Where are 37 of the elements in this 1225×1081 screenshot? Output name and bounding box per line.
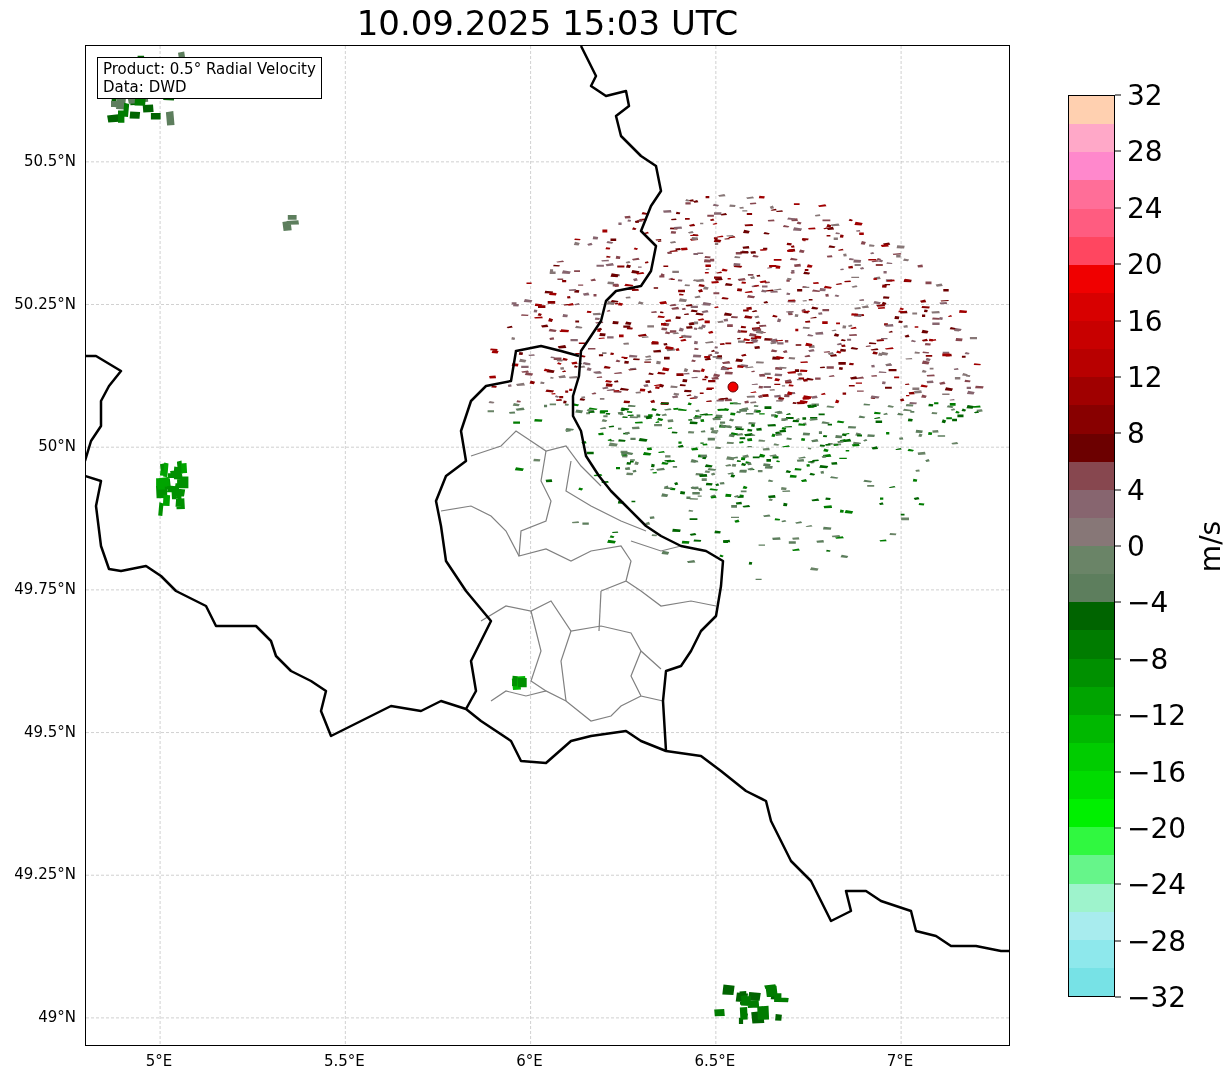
colorbar-tick-label: 0 — [1115, 529, 1145, 563]
longitude-tick-label: 6.5°E — [694, 1052, 736, 1070]
colorbar-label: m/s — [1194, 520, 1225, 572]
colorbar-tick-label: −8 — [1115, 642, 1169, 676]
colorbar-tick-label: 8 — [1115, 416, 1145, 450]
legend-text: Data: DWD — [103, 78, 188, 96]
latitude-tick-label: 50.5°N — [23, 151, 76, 170]
colorbar-tick-label: −20 — [1115, 811, 1187, 845]
latitude-tick-label: 49°N — [38, 1007, 76, 1026]
colorbar-tick-label: 20 — [1115, 247, 1163, 281]
colorbar-tick-label: 12 — [1115, 360, 1163, 394]
latitude-tick-label: 49.25°N — [14, 865, 76, 884]
latitude-tick-label: 50°N — [38, 437, 76, 456]
colorbar-tick-label: −32 — [1115, 980, 1187, 1014]
colorbar-tick-label: −28 — [1115, 924, 1187, 958]
longitude-tick-label: 7°E — [886, 1052, 914, 1070]
colorbar-tick-label: −12 — [1115, 698, 1187, 732]
radar-echo-patch — [156, 460, 189, 516]
colorbar-tick-label: 4 — [1115, 473, 1145, 507]
plot-title: 10.09.2025 15:03 UTC — [356, 2, 739, 43]
latitude-tick-label: 49.75°N — [14, 579, 76, 598]
colorbar-tick-label: 32 — [1115, 78, 1163, 112]
colorbar-tick-label: −24 — [1115, 867, 1187, 901]
radar-echo-patch — [282, 214, 299, 231]
latitude-tick-label: 50.25°N — [14, 294, 76, 313]
longitude-tick-label: 5°E — [145, 1052, 173, 1070]
colorbar-tick-label: 24 — [1115, 191, 1163, 225]
colorbar-tick-label: 16 — [1115, 304, 1163, 337]
radar-echo-patch — [511, 675, 527, 691]
latitude-tick-label: 49.5°N — [23, 722, 76, 741]
longitude-tick-label: 5.5°E — [323, 1052, 365, 1070]
colorbar-tick-label: −4 — [1115, 585, 1169, 619]
colorbar-tick-label: 28 — [1115, 134, 1163, 168]
legend-text: Product: 0.5° Radial Velocity — [103, 60, 316, 78]
radar-site-marker — [727, 381, 739, 393]
longitude-tick-label: 6°E — [516, 1052, 543, 1070]
colorbar-tick-label: −16 — [1115, 755, 1187, 788]
